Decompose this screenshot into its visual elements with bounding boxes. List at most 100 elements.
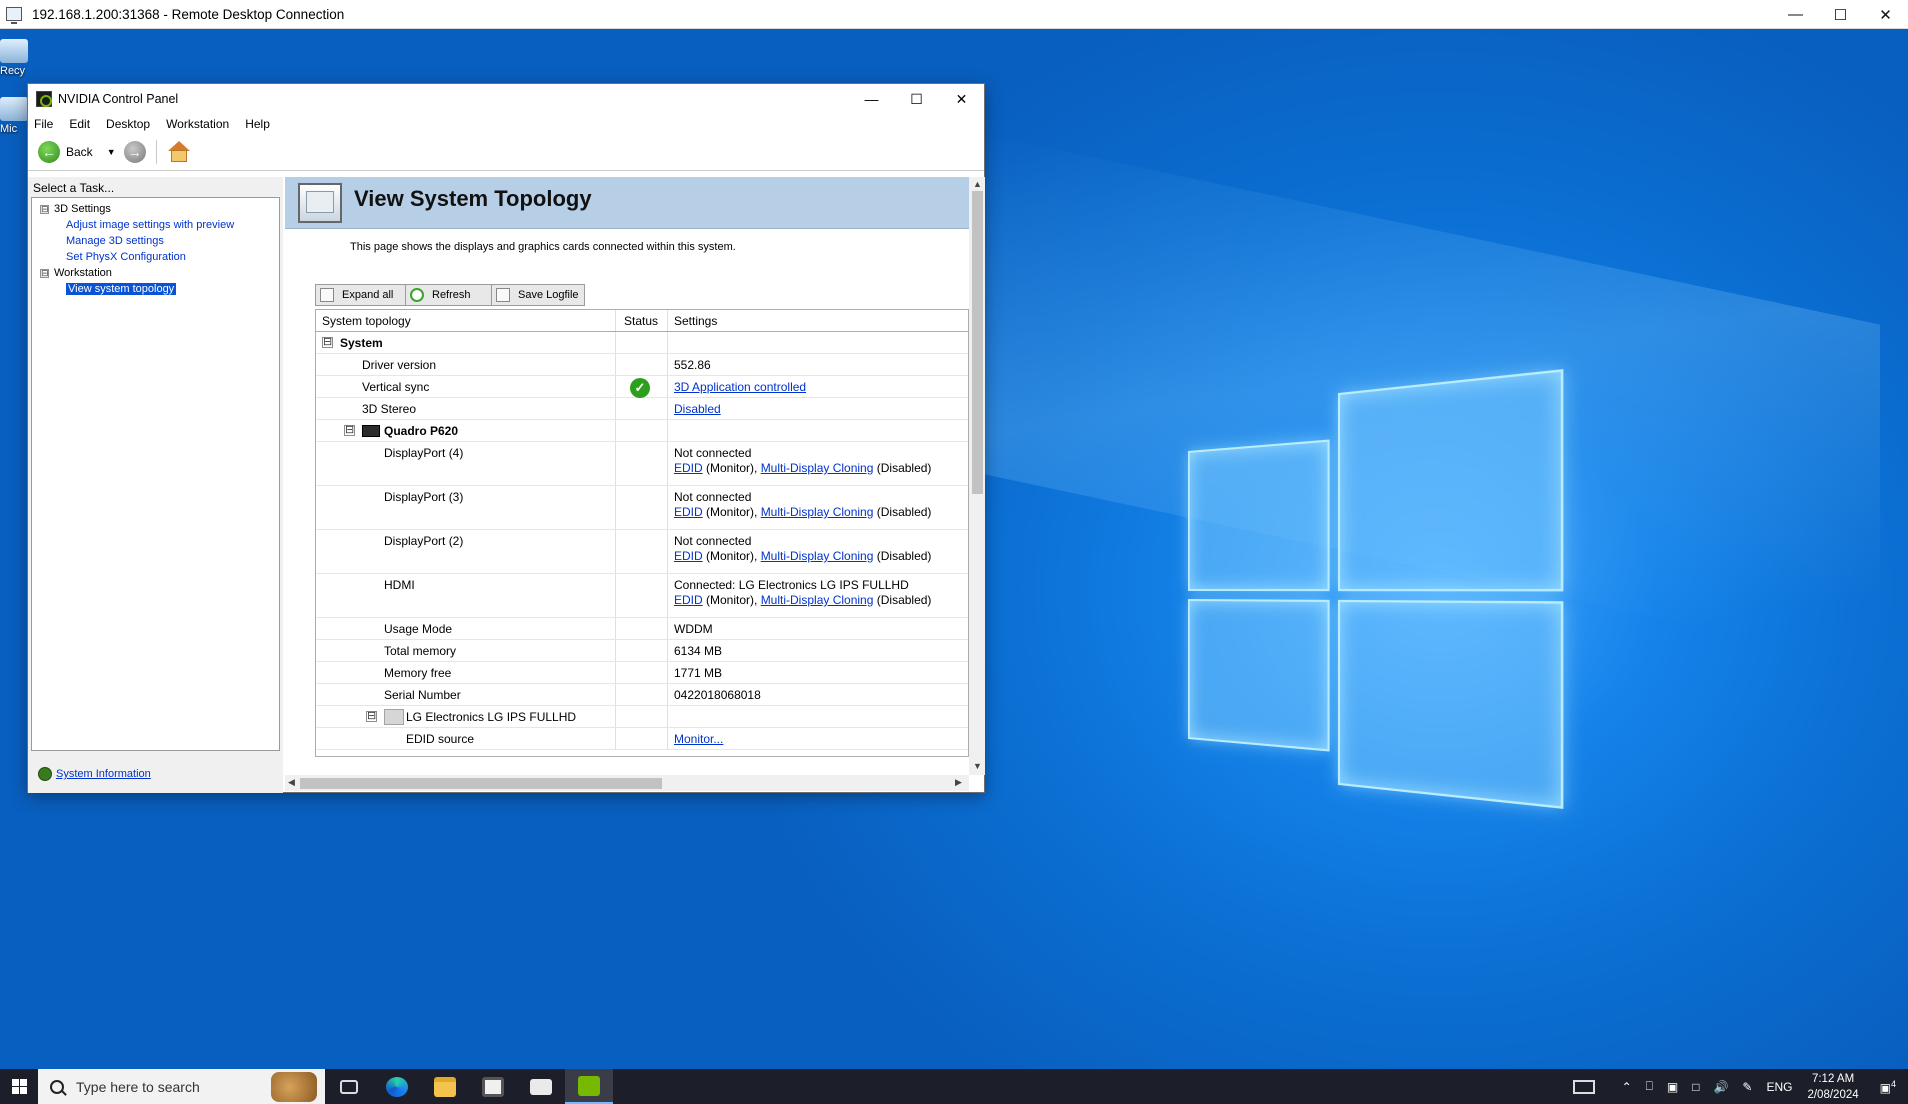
tree-group[interactable]: ⊟ Workstation (32, 265, 279, 281)
system-information-link[interactable]: System Information (56, 768, 151, 780)
nvidia-icon (36, 91, 52, 107)
horizontal-scroll-thumb[interactable] (300, 778, 662, 789)
volume-icon[interactable]: 🔊 (1713, 1080, 1728, 1094)
edid-link[interactable]: EDID (674, 593, 703, 607)
maximize-button[interactable]: ☐ (1818, 0, 1863, 29)
collapse-icon[interactable]: ⊟ (344, 425, 355, 436)
network-icon[interactable]: □ (1692, 1080, 1699, 1094)
topology-row: Usage Mode WDDM (316, 618, 968, 640)
column-header-status[interactable]: Status (616, 310, 668, 331)
store-button[interactable] (469, 1069, 517, 1104)
home-icon[interactable] (167, 141, 191, 163)
tree-item[interactable]: Set PhysX Configuration (32, 249, 279, 265)
edid-link[interactable]: EDID (674, 505, 703, 519)
multi-display-cloning-link[interactable]: Multi-Display Cloning (761, 593, 874, 607)
tree-item-label[interactable]: View system topology (66, 283, 177, 295)
menu-workstation[interactable]: Workstation (166, 117, 229, 131)
edid-link[interactable]: EDID (674, 549, 703, 563)
collapse-icon[interactable]: ⊟ (40, 204, 49, 214)
menu-edit[interactable]: Edit (69, 117, 90, 131)
file-explorer-button[interactable] (421, 1069, 469, 1104)
task-view-button[interactable] (325, 1069, 373, 1104)
window-minimize-button[interactable]: — (849, 84, 894, 114)
edge-button[interactable] (373, 1069, 421, 1104)
tree-item-label[interactable]: Adjust image settings with preview (66, 219, 234, 231)
keyboard-icon[interactable] (1572, 1079, 1595, 1094)
collapse-icon[interactable]: ⊟ (366, 711, 377, 722)
taskbar-search[interactable]: Type here to search (38, 1069, 325, 1104)
expand-all-button[interactable]: Expand all (315, 284, 411, 306)
status-cell (616, 398, 668, 419)
scroll-up-icon[interactable]: ▲ (973, 179, 982, 189)
menu-help[interactable]: Help (245, 117, 270, 131)
back-dropdown-icon[interactable]: ▼ (107, 147, 116, 157)
search-icon (50, 1079, 64, 1094)
language-indicator[interactable]: ENG (1766, 1080, 1792, 1094)
minimize-button[interactable]: — (1773, 0, 1818, 29)
horizontal-scrollbar[interactable]: ◀ ▶ (285, 775, 969, 791)
desktop-icon[interactable]: Recy (0, 39, 30, 79)
security-icon[interactable]: ▣ (1667, 1080, 1678, 1094)
settings-value: 552.86 (674, 358, 711, 372)
multi-display-cloning-link[interactable]: Multi-Display Cloning (761, 505, 874, 519)
clock[interactable]: 7:12 AM 2/08/2024 (1807, 1071, 1858, 1103)
row-label: DisplayPort (3) (384, 490, 464, 504)
back-button[interactable]: Back (66, 145, 93, 159)
row-label: Serial Number (384, 688, 461, 702)
collapse-icon[interactable]: ⊟ (40, 268, 49, 278)
scroll-down-icon[interactable]: ▼ (973, 761, 982, 771)
scroll-left-icon[interactable]: ◀ (288, 777, 295, 788)
back-arrow-icon[interactable]: ← (38, 141, 60, 163)
nvidia-taskbar-button[interactable] (565, 1069, 613, 1104)
tree-item[interactable]: View system topology (32, 281, 279, 297)
column-header-topology[interactable]: System topology (322, 314, 411, 328)
tree-item[interactable]: Adjust image settings with preview (32, 217, 279, 233)
settings-detail: EDID (Monitor), Multi-Display Cloning (D… (674, 549, 968, 564)
disabled-text: (Disabled) (873, 461, 932, 475)
save-logfile-button[interactable]: Save Logfile (491, 284, 585, 306)
settings-link[interactable]: Monitor... (674, 732, 723, 746)
vertical-scroll-thumb[interactable] (972, 191, 983, 494)
column-header-settings[interactable]: Settings (668, 310, 968, 331)
multi-display-cloning-link[interactable]: Multi-Display Cloning (761, 549, 874, 563)
refresh-button[interactable]: Refresh (405, 284, 497, 306)
mail-button[interactable] (517, 1069, 565, 1104)
topology-cell: HDMI (316, 574, 616, 617)
pen-icon[interactable]: ✎ (1742, 1080, 1752, 1094)
scroll-right-icon[interactable]: ▶ (955, 777, 962, 788)
settings-link[interactable]: 3D Application controlled (674, 380, 806, 394)
close-button[interactable]: ✕ (1863, 0, 1908, 29)
collapse-icon[interactable]: ⊟ (322, 337, 333, 348)
edid-link[interactable]: EDID (674, 461, 703, 475)
gpu-icon (362, 425, 380, 437)
topology-monitor-icon (298, 183, 342, 223)
menu-desktop[interactable]: Desktop (106, 117, 150, 131)
window-close-button[interactable]: ✕ (939, 84, 984, 114)
tree-item-label[interactable]: Manage 3D settings (66, 235, 164, 247)
tree-item[interactable]: Manage 3D settings (32, 233, 279, 249)
settings-link[interactable]: Disabled (674, 402, 721, 416)
remote-desktop-icon (6, 7, 22, 24)
menu-file[interactable]: File (34, 117, 53, 131)
monitor-icon (384, 709, 404, 725)
topology-row: HDMI Connected: LG Electronics LG IPS FUL… (316, 574, 968, 618)
status-cell (616, 706, 668, 727)
show-hidden-icons-icon[interactable]: ⌃ (1622, 1080, 1632, 1094)
vertical-scrollbar[interactable]: ▲ ▼ (969, 177, 985, 775)
desktop: Recy Mic NVIDIA Control Panel — ☐ ✕ File E… (0, 29, 1908, 1069)
desktop-icon[interactable]: Mic (0, 97, 30, 137)
system-information[interactable]: System Information (38, 767, 151, 781)
topology-cell: ⊟ LG Electronics LG IPS FULLHD (316, 706, 616, 727)
tree-item-label[interactable]: Set PhysX Configuration (66, 251, 186, 263)
monitor-text: (Monitor), (702, 505, 761, 519)
window-maximize-button[interactable]: ☐ (894, 84, 939, 114)
start-button[interactable] (0, 1069, 38, 1104)
tree-group[interactable]: ⊟ 3D Settings (32, 201, 279, 217)
forward-arrow-icon[interactable]: → (123, 141, 146, 163)
settings-value: Not connected (674, 490, 752, 504)
notification-center-icon[interactable]: ▣4 (1880, 1079, 1896, 1095)
device-icon[interactable]: ⎕ (1646, 1079, 1653, 1094)
save-icon (496, 288, 510, 302)
multi-display-cloning-link[interactable]: Multi-Display Cloning (761, 461, 874, 475)
windows-start-icon (11, 1079, 27, 1094)
